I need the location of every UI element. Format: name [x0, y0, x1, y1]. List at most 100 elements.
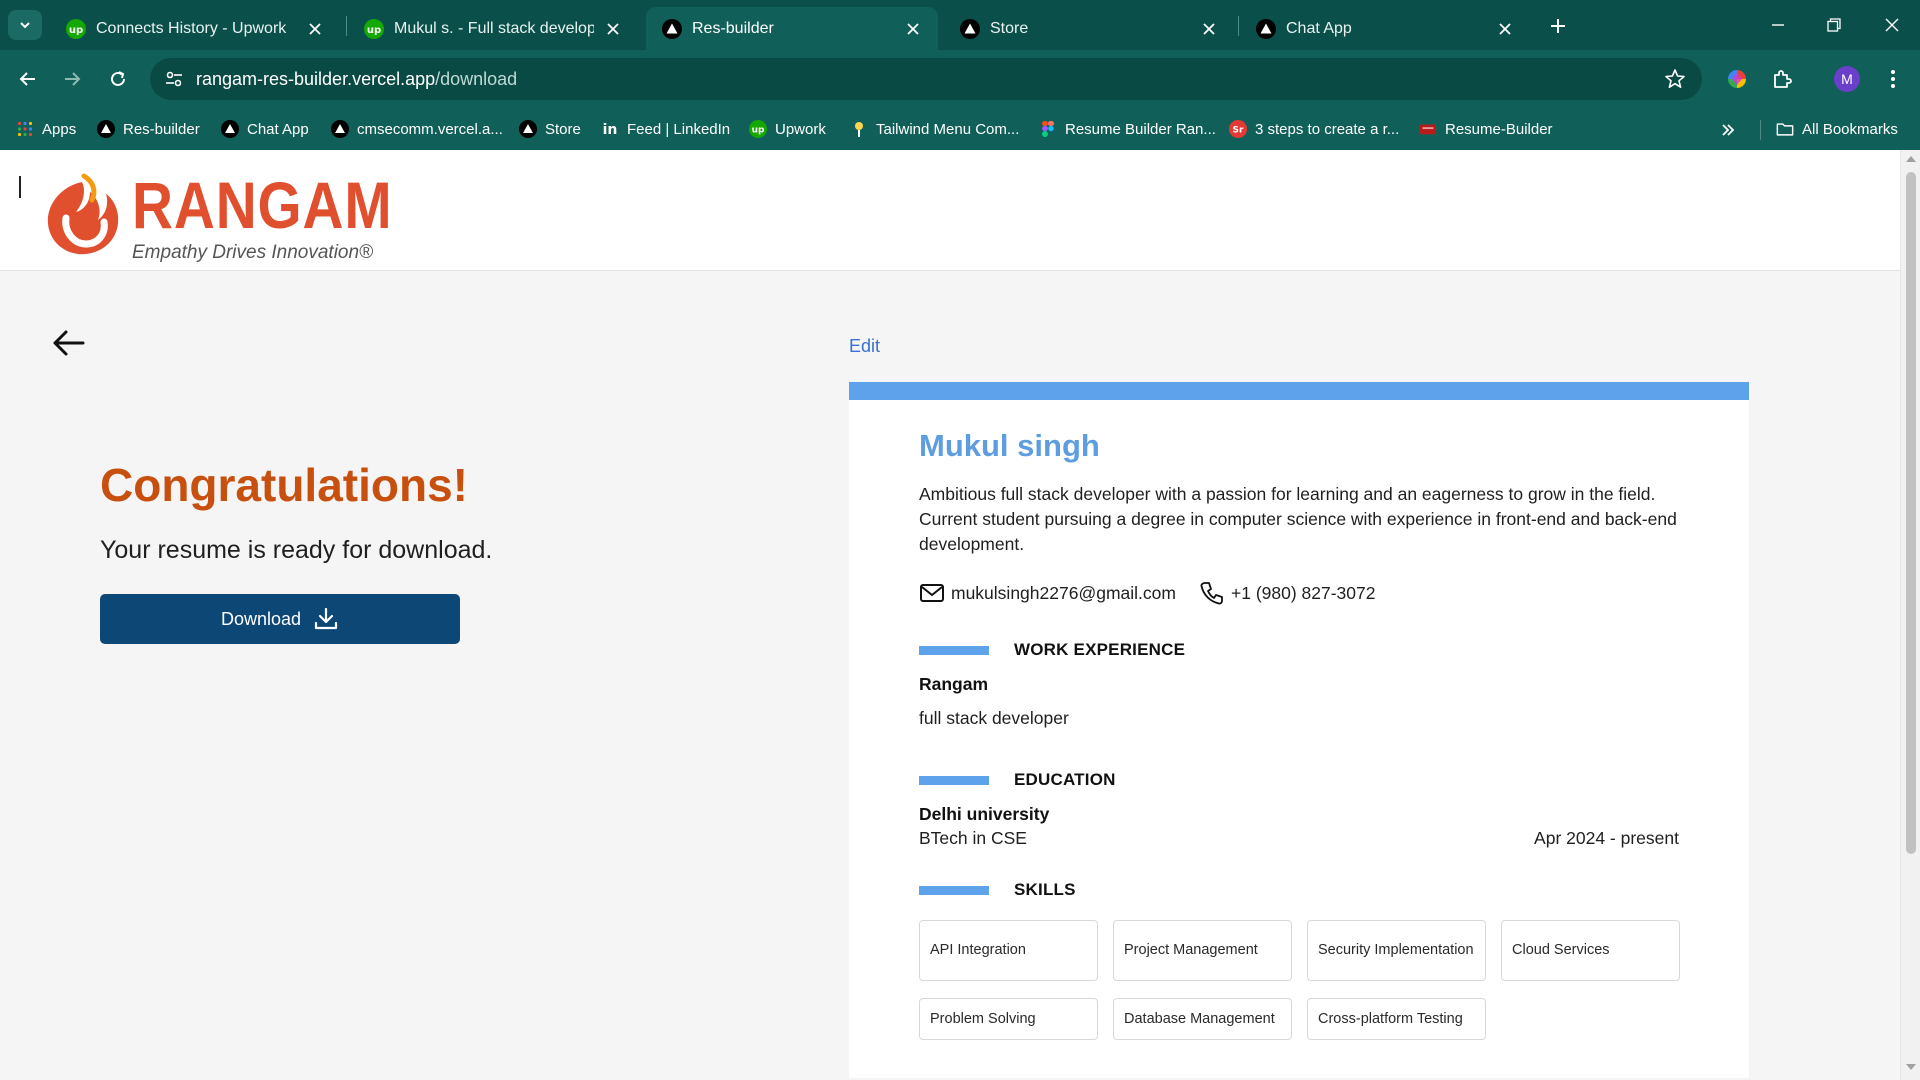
bookmark-label: Chat App [247, 120, 309, 138]
resume-builder-icon [1419, 120, 1437, 138]
skill-chip: Cross-platform Testing [1307, 998, 1486, 1040]
page-scrollbar[interactable] [1900, 150, 1920, 1080]
vercel-icon [1256, 18, 1276, 39]
arrow-left-icon [53, 330, 85, 356]
tab-res-builder[interactable]: Res-builder [646, 7, 938, 50]
rangam-logo[interactable]: RANGAM Empathy Drives Innovation® [36, 162, 392, 263]
plus-icon [1551, 19, 1565, 33]
svg-text:in: in [603, 122, 618, 138]
more-bookmarks-button[interactable] [1716, 118, 1740, 142]
section-work-experience: WORK EXPERIENCE [919, 638, 1185, 662]
browser-toolbar: rangam-res-builder.vercel.app/download M [0, 50, 1920, 108]
tab-search-button[interactable] [8, 10, 42, 40]
back-button[interactable] [12, 63, 44, 95]
tab-chat-app[interactable]: Chat App [1240, 7, 1530, 50]
close-tab-icon[interactable] [902, 18, 924, 40]
browser-menu-button[interactable] [1878, 64, 1908, 94]
forward-button[interactable] [56, 63, 88, 95]
tab-title: Connects History - Upwork [96, 19, 287, 37]
close-tab-icon[interactable] [602, 18, 624, 40]
back-link[interactable] [50, 325, 86, 361]
close-tab-icon[interactable] [1494, 18, 1516, 40]
tab-store[interactable]: Store [944, 7, 1234, 50]
skill-chip: API Integration [919, 920, 1098, 981]
vercel-icon [221, 120, 239, 138]
tab-separator [346, 16, 347, 36]
upwork-icon: up [364, 18, 384, 39]
restore-button[interactable] [1814, 10, 1854, 40]
section-accent-bar [919, 885, 989, 895]
tab-title: Mukul s. - Full stack developer [394, 19, 594, 37]
bookmark-label: Apps [42, 120, 77, 138]
work-company: Rangam [919, 674, 989, 694]
bookmark-upwork[interactable]: up Upwork [749, 116, 826, 142]
education-dates: Apr 2024 - present [1534, 828, 1679, 848]
url-text: rangam-res-builder.vercel.app/download [196, 69, 517, 90]
download-button[interactable]: Download [100, 594, 460, 644]
double-chevron-right-icon [1722, 124, 1735, 136]
url-path: /download [435, 69, 518, 89]
bookmark-label: 3 steps to create a r... [1255, 120, 1400, 138]
bookmark-resume-builder[interactable]: Resume-Builder [1419, 116, 1553, 142]
profile-avatar[interactable]: M [1834, 66, 1860, 92]
section-accent-bar [919, 775, 989, 785]
scroll-down-arrow[interactable] [1906, 1064, 1916, 1070]
section-title: SKILLS [1014, 880, 1076, 899]
bookmark-label: Feed | LinkedIn [627, 120, 731, 138]
skill-chip: Database Management [1113, 998, 1292, 1040]
close-tab-icon[interactable] [304, 18, 326, 40]
bookmark-linkedin[interactable]: in Feed | LinkedIn [601, 116, 731, 142]
bookmark-tailwind[interactable]: Tailwind Menu Com... [850, 116, 1019, 142]
resume-phone-text: +1 (980) 827-3072 [1231, 582, 1376, 603]
scroll-thumb[interactable] [1906, 172, 1916, 854]
phone-icon [1200, 582, 1223, 605]
all-bookmarks-label: All Bookmarks [1802, 120, 1898, 138]
download-icon [314, 607, 338, 630]
all-bookmarks-button[interactable]: All Bookmarks [1776, 116, 1898, 142]
close-icon [1885, 18, 1899, 32]
chevron-down-icon [20, 22, 30, 29]
bookmark-store[interactable]: Store [519, 116, 581, 142]
new-tab-button[interactable] [1544, 12, 1572, 40]
address-bar[interactable]: rangam-res-builder.vercel.app/download [150, 58, 1702, 100]
scroll-up-arrow[interactable] [1906, 156, 1916, 162]
folder-icon [1776, 120, 1794, 138]
edit-link[interactable]: Edit [849, 336, 880, 357]
sr-icon: Sr [1229, 120, 1247, 138]
resume-phone: +1 (980) 827-3072 [1199, 580, 1376, 606]
more-vertical-icon [1891, 70, 1895, 88]
tab-mukul-upwork[interactable]: up Mukul s. - Full stack developer [348, 7, 638, 50]
bookmark-chat-app[interactable]: Chat App [221, 116, 309, 142]
vercel-icon [662, 18, 682, 39]
close-tab-icon[interactable] [1198, 18, 1220, 40]
bookmark-apps[interactable]: Apps [16, 116, 76, 142]
linkedin-icon: in [601, 120, 619, 138]
logo-wordmark: RANGAM [132, 168, 393, 242]
vercel-icon [331, 120, 349, 138]
svg-text:up: up [69, 25, 83, 36]
text-cursor [19, 176, 21, 198]
bookmark-res-builder[interactable]: Res-builder [97, 116, 200, 142]
bookmark-cmsecomm[interactable]: cmsecomm.vercel.a... [331, 116, 503, 142]
bookmarks-divider [1760, 120, 1761, 140]
bookmark-figma[interactable]: Resume Builder Ran... [1039, 116, 1216, 142]
site-info-icon[interactable] [164, 69, 184, 89]
color-extension-icon[interactable] [1722, 64, 1752, 94]
tab-connects-history[interactable]: up Connects History - Upwork [50, 7, 340, 50]
reload-button[interactable] [102, 63, 134, 95]
tab-bar: up Connects History - Upwork up Mukul s.… [0, 0, 1920, 50]
extensions-button[interactable] [1767, 64, 1797, 94]
minimize-button[interactable] [1758, 10, 1798, 40]
bookmark-label: Res-builder [123, 120, 200, 138]
tab-title: Chat App [1286, 19, 1352, 37]
upwork-icon: up [749, 120, 767, 138]
flame-logo-icon [47, 173, 119, 255]
arrow-left-icon [19, 72, 35, 86]
resume-email: mukulsingh2276@gmail.com [919, 580, 1176, 606]
bookmark-label: Store [545, 120, 581, 138]
bookmark-3-steps[interactable]: Sr 3 steps to create a r... [1229, 116, 1399, 142]
section-title: EDUCATION [1014, 770, 1116, 789]
close-window-button[interactable] [1872, 10, 1912, 40]
figma-icon [1039, 120, 1057, 138]
bookmark-star-icon[interactable] [1664, 68, 1686, 90]
